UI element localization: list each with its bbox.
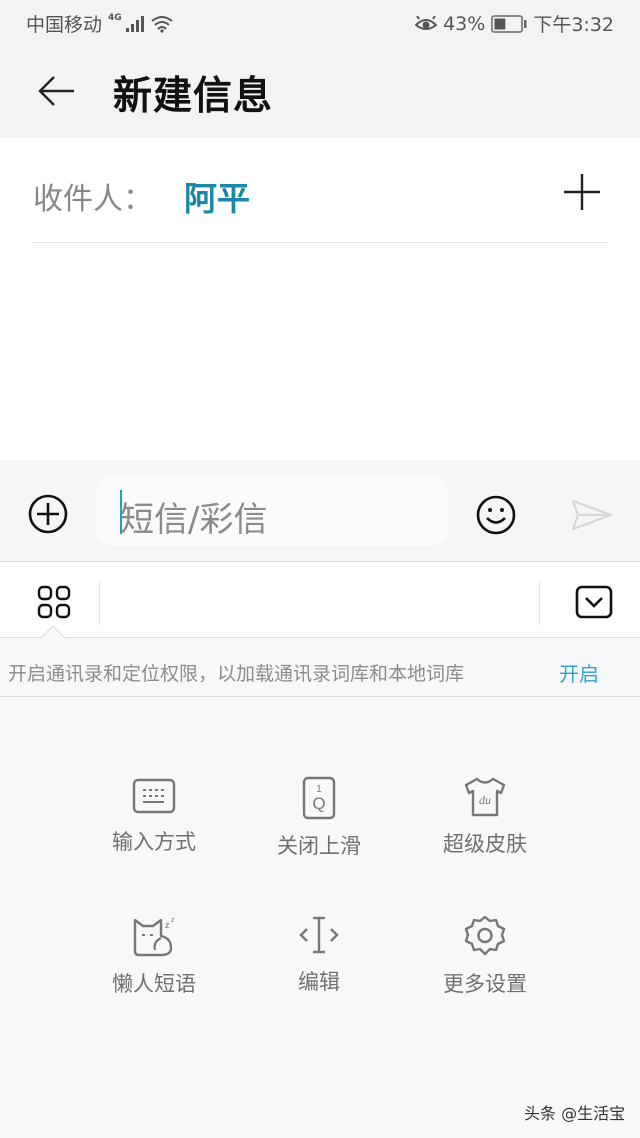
divider	[32, 242, 608, 243]
keyboard-menu-panel: 输入方式 1 Q 关闭上滑 du 超级皮肤 z z 懒人短语 编辑 更多设置	[0, 698, 640, 1138]
network-type: 4G	[108, 12, 122, 23]
menu-item-label: 编辑	[298, 970, 340, 994]
grid-icon	[37, 585, 71, 619]
keyboard-hide-icon	[575, 585, 613, 619]
menu-item-super-skin[interactable]: du 超级皮肤	[415, 776, 555, 886]
menu-item-edit[interactable]: 编辑	[249, 914, 389, 1024]
svg-text:z: z	[165, 920, 170, 930]
keyboard-icon	[132, 778, 176, 814]
watermark: 头条 @生活宝	[524, 1104, 626, 1123]
swipe-key-icon: 1 Q	[302, 776, 336, 820]
status-right: 43% 下午3:32	[415, 10, 614, 37]
toolbar-divider	[99, 581, 100, 625]
toolbar-divider	[539, 581, 540, 625]
recipient-area[interactable]: 收件人： 阿平	[0, 138, 640, 460]
menu-item-disable-swipe[interactable]: 1 Q 关闭上滑	[249, 776, 389, 886]
signal-icon	[125, 15, 144, 32]
compose-bar: 短信/彩信	[0, 460, 640, 562]
message-input[interactable]: 短信/彩信	[96, 476, 448, 546]
recipient-chip[interactable]: 阿平	[184, 172, 250, 220]
status-bar: 中国移动 4G 43% 下午3:32	[0, 0, 640, 45]
menu-item-label: 懒人短语	[112, 972, 196, 996]
keyboard-toolbar	[0, 563, 640, 638]
menu-item-label: 更多设置	[443, 972, 527, 996]
arrow-left-icon	[38, 76, 74, 106]
svg-text:z: z	[171, 917, 175, 924]
send-button[interactable]	[570, 498, 614, 532]
hide-keyboard-button[interactable]	[575, 585, 613, 619]
permission-text: 开启通讯录和定位权限，以加载通讯录词库和本地词库	[8, 663, 465, 685]
menu-item-more-settings[interactable]: 更多设置	[415, 914, 555, 1024]
page-title: 新建信息	[113, 74, 274, 119]
menu-item-lazy-phrases[interactable]: z z 懒人短语	[84, 914, 224, 1024]
wifi-icon	[151, 15, 173, 33]
send-icon	[571, 499, 613, 531]
menu-item-input-method[interactable]: 输入方式	[84, 776, 224, 886]
battery-percent: 43%	[443, 12, 486, 35]
keyboard-menu-button[interactable]	[37, 585, 71, 619]
menu-item-label: 超级皮肤	[443, 832, 527, 856]
smiley-icon	[476, 495, 516, 535]
tshirt-skin-icon: du	[464, 777, 506, 817]
battery-icon	[491, 14, 527, 33]
enable-permission-button[interactable]: 开启	[559, 658, 599, 687]
clock: 下午3:32	[533, 14, 614, 36]
message-placeholder: 短信/彩信	[120, 500, 268, 540]
status-left: 中国移动 4G	[26, 10, 174, 37]
menu-item-label: 输入方式	[112, 830, 196, 854]
text-cursor-icon	[299, 916, 339, 954]
app-bar: 新建信息	[0, 45, 640, 138]
menu-item-label: 关闭上滑	[277, 834, 361, 858]
sleepy-cat-icon: z z	[133, 917, 175, 957]
gear-icon	[464, 915, 506, 956]
attach-button[interactable]	[27, 493, 69, 535]
permission-banner: 开启通讯录和定位权限，以加载通讯录词库和本地词库 开启	[0, 639, 640, 697]
carrier-name: 中国移动	[26, 14, 103, 36]
back-button[interactable]	[34, 71, 78, 111]
recipient-label: 收件人：	[33, 182, 153, 217]
svg-text:du: du	[479, 793, 491, 807]
eye-comfort-icon	[415, 15, 438, 30]
plus-icon	[564, 174, 600, 210]
circle-plus-icon	[28, 494, 68, 534]
svg-text:Q: Q	[312, 794, 325, 813]
add-recipient-button[interactable]	[562, 172, 602, 212]
emoji-button[interactable]	[474, 493, 518, 537]
